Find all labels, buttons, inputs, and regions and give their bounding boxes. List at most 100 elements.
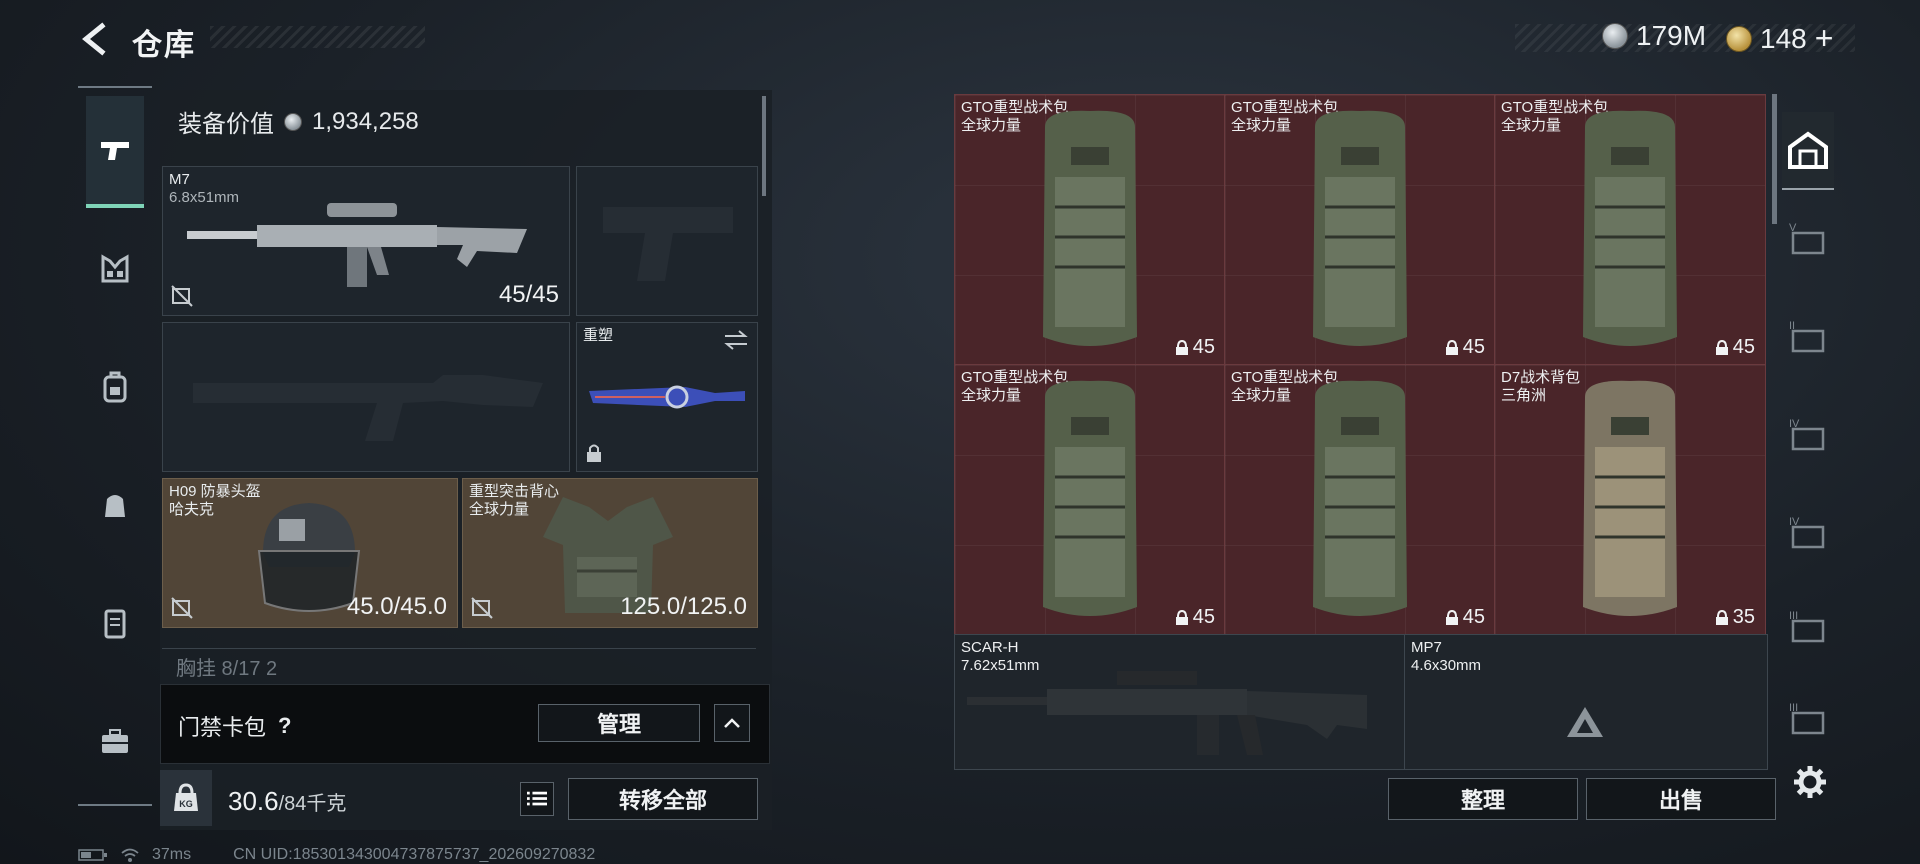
rail-tab-5[interactable]: V [1782, 212, 1834, 264]
rail-tab-4a[interactable]: IV [1782, 408, 1834, 460]
no-durability-icon [171, 285, 193, 307]
container-iii-icon: III [1789, 610, 1825, 643]
access-card-label: 门禁卡包 [178, 715, 267, 740]
page-title: 仓库 [132, 29, 196, 62]
backpack-image [1313, 110, 1407, 346]
item-capacity-value: 35 [1732, 606, 1755, 628]
tab-locker[interactable] [86, 594, 144, 652]
stash-gun-mp7[interactable]: MP7 4.6x30mm [1404, 634, 1768, 770]
help-icon[interactable]: ? [278, 713, 291, 739]
chest-rig-label: 胸挂 8/17 2 [176, 658, 278, 680]
loading-triangle-icon [1567, 707, 1603, 737]
ping-text: 37ms [152, 846, 192, 863]
weight-current: 30.6 [228, 786, 279, 816]
rail-tab-stash[interactable] [1782, 112, 1834, 190]
rifle-image [187, 203, 527, 287]
backpack-icon [103, 371, 127, 403]
stash-item[interactable]: GTO重型战术包 全球力量 45 [1494, 94, 1766, 366]
item-capacity-value: 45 [1192, 606, 1215, 628]
item-capacity-value: 45 [1732, 336, 1755, 358]
stash-gun-scar[interactable]: SCAR-H 7.62x51mm [954, 634, 1406, 770]
transfer-all-button[interactable]: 转移全部 [568, 778, 758, 820]
back-arrow-icon[interactable] [78, 22, 112, 56]
weight-readout: 30.6/84千克 [228, 786, 346, 817]
loadout-scrollbar[interactable] [762, 96, 766, 196]
stash-scrollbar[interactable] [1772, 94, 1777, 224]
item-capacity: 45 [1175, 606, 1215, 629]
rail-tab-4b[interactable]: IV [1782, 506, 1834, 558]
primary-weapon-slot[interactable]: M7 6.8x51mm 45/45 [162, 166, 570, 316]
access-card-label-group: 门禁卡包 ? [178, 710, 291, 742]
item-capacity: 35 [1715, 606, 1755, 629]
silver-coin-icon [1602, 23, 1628, 49]
capacity-icon [1175, 339, 1188, 355]
pistol-slot[interactable] [576, 166, 758, 316]
toolbox-icon [102, 729, 128, 753]
no-durability-icon [471, 597, 493, 619]
helmet-durability: 45.0/45.0 [346, 593, 447, 620]
stash-item[interactable]: GTO重型战术包 全球力量 45 [1224, 94, 1496, 366]
secondary-weapon-slot[interactable] [162, 322, 570, 472]
svg-text:KG: KG [179, 799, 193, 809]
add-currency-button[interactable]: + [1815, 20, 1834, 57]
stash-item[interactable]: D7战术背包 三角洲 35 [1494, 364, 1766, 636]
sort-button[interactable]: 整理 [1388, 778, 1578, 820]
rail-tab-3a[interactable]: III [1782, 600, 1834, 652]
chevron-up-icon [724, 718, 740, 728]
tab-weapons[interactable] [86, 96, 144, 208]
tab-bag[interactable] [86, 476, 144, 534]
knife-image [589, 385, 745, 409]
backpack-image [1043, 110, 1137, 346]
battery-icon [78, 849, 107, 861]
gold-amount: 148 [1760, 22, 1807, 54]
capacity-icon [1715, 339, 1728, 355]
item-capacity: 45 [1445, 336, 1485, 359]
tab-backpack[interactable] [86, 358, 144, 416]
equipment-value: 装备价值 1,934,258 [178, 104, 419, 139]
list-view-button[interactable] [520, 782, 554, 816]
stash-item[interactable]: GTO重型战术包 全球力量 45 [1224, 364, 1496, 636]
container-iii-icon: III [1789, 702, 1825, 735]
melee-slot[interactable]: 重塑 [576, 322, 758, 472]
wifi-icon [121, 848, 139, 862]
sell-button[interactable]: 出售 [1586, 778, 1776, 820]
silver-amount: 179M [1636, 20, 1707, 51]
item-capacity: 45 [1175, 336, 1215, 359]
backpack-image [1583, 380, 1677, 616]
armor-slot[interactable]: 重型突击背心 全球力量 125.0/125.0 [462, 478, 758, 628]
sidebar-top-line [78, 86, 152, 88]
backpack-image [1583, 110, 1677, 346]
capacity-icon [1715, 609, 1728, 625]
container-iv-icon: IV [1789, 516, 1825, 549]
item-capacity: 45 [1715, 336, 1755, 359]
silver-currency: 179M [1602, 20, 1706, 52]
rail-tab-2[interactable]: II [1782, 310, 1834, 362]
pistol-icon [101, 142, 129, 160]
scar-rifle-image [967, 671, 1367, 755]
tab-toolbox[interactable] [86, 712, 144, 770]
armor-durability: 125.0/125.0 [620, 593, 747, 620]
capacity-icon [1175, 609, 1188, 625]
stash-item[interactable]: GTO重型战术包 全球力量 45 [954, 364, 1226, 636]
swap-icon[interactable] [723, 329, 749, 351]
manage-button[interactable]: 管理 [538, 704, 700, 742]
melee-name: 重塑 [583, 327, 614, 344]
tab-vest[interactable] [86, 240, 144, 298]
container-ii-icon: II [1789, 320, 1825, 353]
container-v-icon: V [1789, 222, 1825, 255]
vest-icon [101, 254, 129, 283]
weight-icon: KG [174, 783, 198, 811]
sidebar-bottom-line [78, 804, 152, 806]
rail-tab-3b[interactable]: III [1782, 692, 1834, 744]
stash-item[interactable]: GTO重型战术包 全球力量 45 [954, 94, 1226, 366]
gear-icon[interactable] [1792, 764, 1828, 800]
helmet-slot[interactable]: H09 防暴头盔 哈夫克 45.0/45.0 [162, 478, 458, 628]
rifle-silhouette-icon [193, 375, 543, 441]
uid-text: CN UID:185301343004737875737_20260927083… [233, 846, 596, 863]
status-bar: 37ms CN UID:185301343004737875737_202609… [78, 846, 595, 864]
gold-currency[interactable]: 148 + [1726, 20, 1833, 57]
item-capacity-value: 45 [1192, 336, 1215, 358]
no-durability-icon [171, 597, 193, 619]
item-capacity: 45 [1445, 606, 1485, 629]
collapse-button[interactable] [714, 704, 750, 742]
